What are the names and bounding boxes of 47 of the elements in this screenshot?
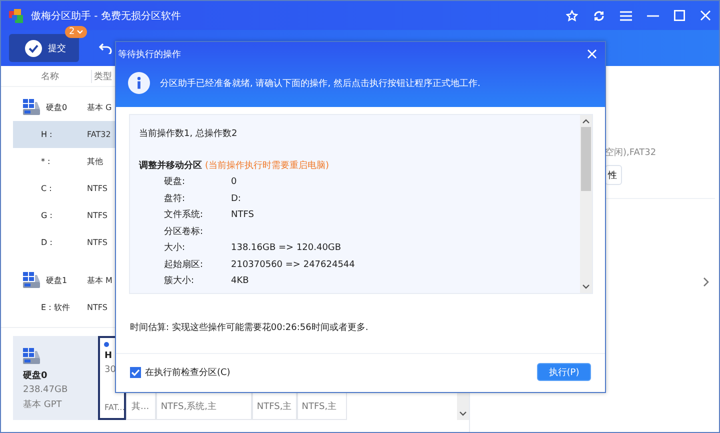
disk-style: 基本 GPT bbox=[23, 398, 63, 411]
operation-title: 调整并移动分区 bbox=[139, 159, 202, 172]
detail-value: NTFS bbox=[231, 210, 255, 221]
name-cell-text: H : bbox=[41, 130, 54, 139]
column-header: 名称 bbox=[41, 70, 60, 82]
detail-label: 大小: bbox=[164, 243, 186, 254]
name-cell-text: 硬盘0 bbox=[46, 102, 68, 112]
detail-label: 硬盘: bbox=[164, 177, 186, 188]
partition-name: H bbox=[104, 351, 114, 361]
restart-warning: (当前操作执行时需要重启电脑) bbox=[205, 160, 330, 172]
detail-value: 138.16GB => 120.40GB bbox=[231, 243, 342, 254]
detail-label: 分区卷标: bbox=[164, 226, 204, 238]
detail-value: 0 bbox=[231, 177, 238, 188]
detail-label: 起始扇区: bbox=[164, 260, 204, 270]
name-cell-text: D : bbox=[41, 238, 54, 247]
notice-text: 分区助手已经准备就绪, 请确认下面的操作, 然后点击执行按钮让程序正式地工作. bbox=[160, 78, 480, 90]
type-cell: 基本 G bbox=[87, 102, 112, 112]
summary-text: 当前操作数1, 总操作数2 bbox=[139, 128, 238, 140]
type-cell: NTFS bbox=[87, 184, 108, 193]
disk-name: 硬盘0 bbox=[23, 370, 48, 382]
name-cell-text: C : bbox=[41, 184, 53, 193]
name-cell-text: 硬盘1 bbox=[46, 274, 68, 286]
detail-value: 4KB bbox=[231, 276, 250, 287]
detail-value: D: bbox=[231, 194, 242, 204]
name-cell-text: E : 软件 bbox=[41, 302, 71, 313]
type-cell: NTFS bbox=[87, 303, 108, 312]
partition-info: NTFS,系统,主 bbox=[160, 400, 218, 413]
partition-info: NTFS,主 bbox=[302, 400, 338, 413]
detail-label: 文件系统: bbox=[164, 210, 204, 221]
type-cell: 基本 M bbox=[87, 274, 112, 286]
partition-info-text: 空闲),FAT32 bbox=[605, 146, 656, 159]
disk-size: 238.47GB bbox=[23, 385, 69, 395]
partition-info: 其... bbox=[131, 400, 150, 413]
type-cell: NTFS bbox=[87, 238, 108, 247]
type-cell: NTFS bbox=[87, 211, 108, 220]
detail-label: 簇大小: bbox=[164, 276, 196, 287]
name-cell-text: G : bbox=[41, 211, 54, 220]
time-estimate-text: 时间估算: 实现这些操作可能需要花00:26:56时间或者更多. bbox=[130, 322, 370, 334]
partition-info: NTFS,主 bbox=[256, 400, 292, 413]
column-header: 类型 bbox=[91, 70, 112, 82]
detail-label: 盘符: bbox=[164, 194, 186, 204]
dialog-title: 等待执行的操作 bbox=[118, 48, 181, 60]
detail-value: 210370560 => 247624544 bbox=[231, 260, 356, 270]
name-cell-text: * : bbox=[41, 157, 52, 166]
window-title: 傲梅分区助手 - 免费无损分区软件 bbox=[31, 10, 181, 22]
type-cell: FAT32 bbox=[87, 130, 111, 139]
type-cell: 其他 bbox=[87, 156, 103, 167]
